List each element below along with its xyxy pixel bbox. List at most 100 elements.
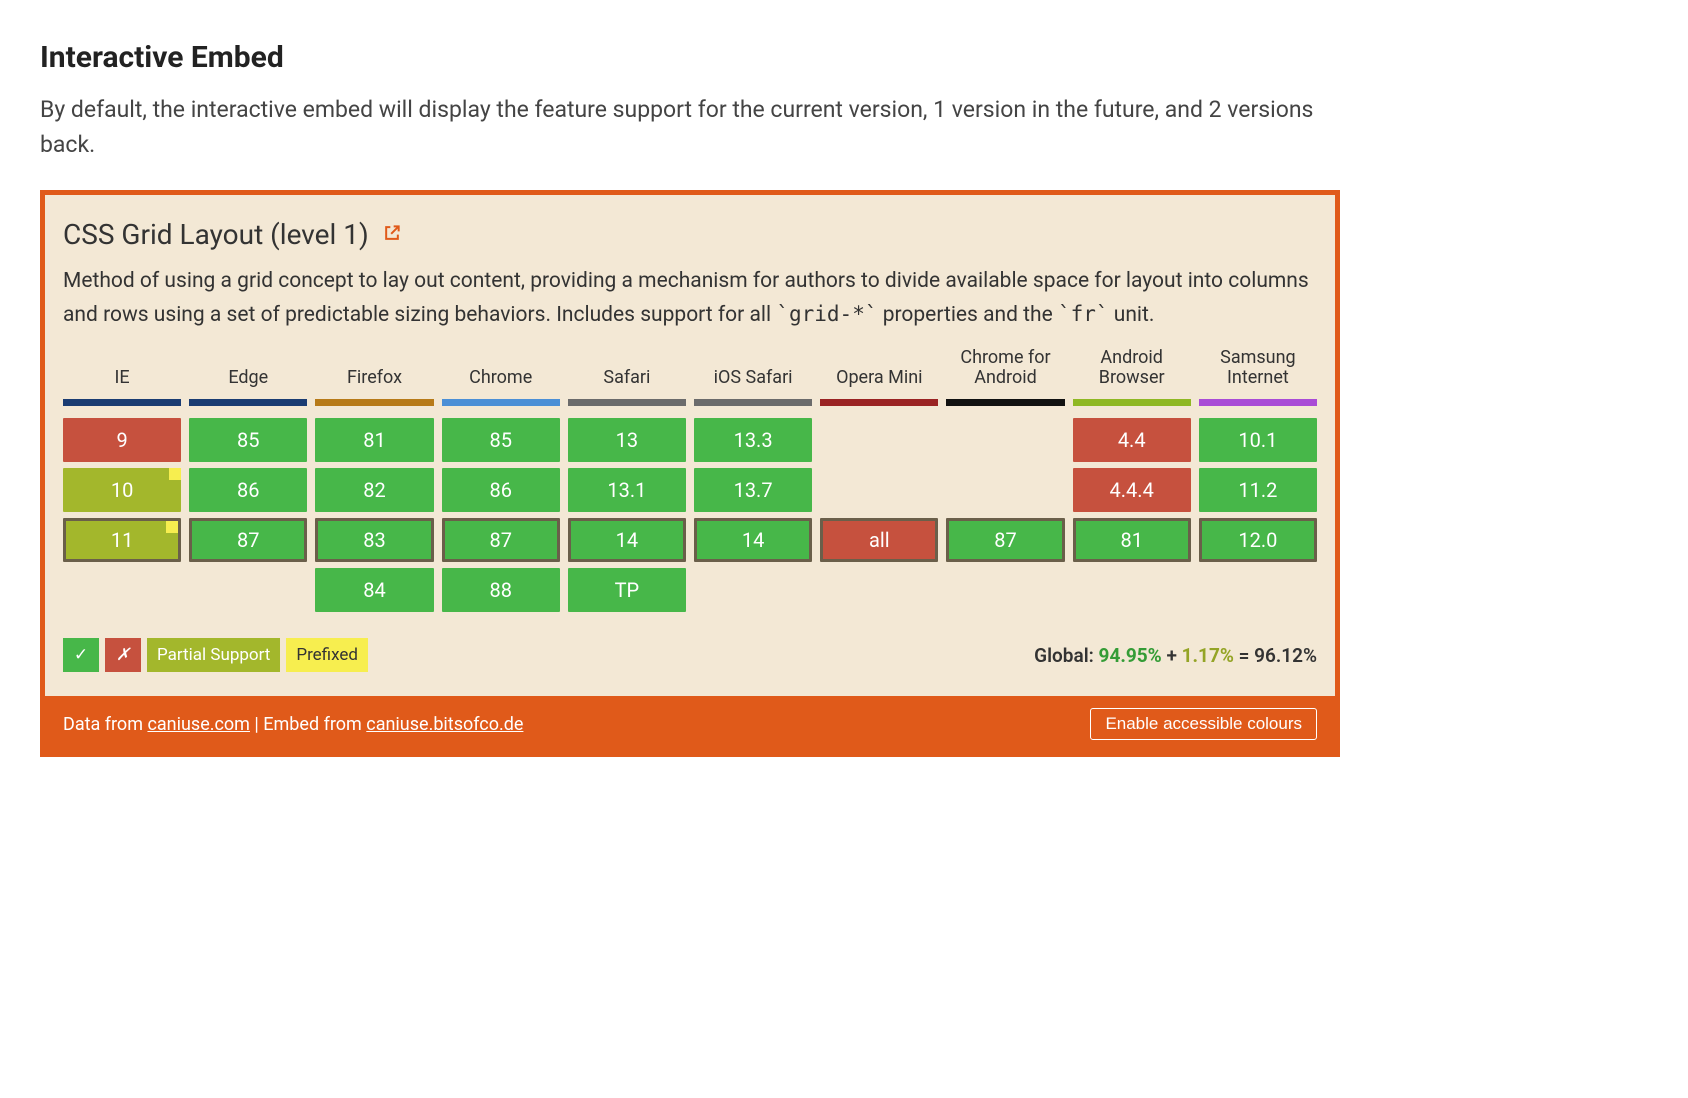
version-cell [1073, 568, 1191, 612]
browser-stripe [568, 399, 686, 406]
version-label: 85 [237, 428, 259, 452]
version-cell[interactable]: 4.4.4 [1073, 468, 1191, 512]
browser-column: Edge858687 [189, 347, 307, 612]
version-label: 13.7 [734, 478, 773, 502]
version-label: 86 [237, 478, 259, 502]
browser-column: Samsung Internet 10.1 11.2 12.0 [1199, 347, 1317, 612]
version-cell[interactable]: 11 [63, 518, 181, 562]
version-cell[interactable]: 9 [63, 418, 181, 462]
browser-stripe [189, 399, 307, 406]
version-cell[interactable]: 14 [694, 518, 812, 562]
browser-name: IE [63, 347, 181, 393]
browser-name: Firefox [315, 347, 433, 393]
legend-prefixed: Prefixed [286, 638, 368, 672]
support-table: IE91011Edge858687Firefox81828384Chrome85… [63, 347, 1317, 612]
browser-name: Samsung Internet [1199, 347, 1317, 393]
version-cell [1199, 568, 1317, 612]
version-label: 4.4 [1118, 428, 1146, 452]
feature-description: Method of using a grid concept to lay ou… [63, 265, 1317, 331]
version-cell[interactable]: 10.1 [1199, 418, 1317, 462]
external-link-icon [382, 217, 402, 250]
section-description: By default, the interactive embed will d… [40, 93, 1320, 162]
browser-name: Safari [568, 347, 686, 393]
version-label: 84 [363, 578, 385, 602]
version-label: 13.3 [734, 428, 773, 452]
section-heading: Interactive Embed [40, 40, 1648, 75]
version-label: 12.0 [1238, 528, 1277, 552]
embed-source-link[interactable]: caniuse.bitsofco.de [366, 714, 523, 735]
version-cell[interactable]: 13.1 [568, 468, 686, 512]
prefixed-indicator [169, 468, 181, 480]
version-cell [946, 418, 1064, 462]
version-cell [820, 568, 938, 612]
version-cell [820, 418, 938, 462]
version-label: 4.4.4 [1110, 478, 1154, 502]
version-label: 85 [489, 428, 511, 452]
browser-column: Opera Mini all [820, 347, 938, 612]
version-cell [820, 468, 938, 512]
embed-footer: Data from caniuse.com | Embed from caniu… [45, 696, 1335, 752]
version-cell[interactable]: 4.4 [1073, 418, 1191, 462]
version-cell[interactable]: 13.3 [694, 418, 812, 462]
feature-title-link[interactable]: CSS Grid Layout (level 1) [63, 217, 1317, 251]
version-cell[interactable]: 86 [189, 468, 307, 512]
version-cell[interactable]: 87 [442, 518, 560, 562]
version-cell[interactable]: 87 [189, 518, 307, 562]
browser-column: Firefox 81 82 83 84 [315, 347, 433, 612]
version-cell[interactable]: 14 [568, 518, 686, 562]
browser-column: Chrome 85 86 87 88 [442, 347, 560, 612]
version-cell[interactable]: 88 [442, 568, 560, 612]
browser-name: Opera Mini [820, 347, 938, 393]
browser-name: Chrome [442, 347, 560, 393]
caniuse-embed: CSS Grid Layout (level 1) Method of usin… [40, 190, 1340, 757]
version-cell[interactable]: 84 [315, 568, 433, 612]
browser-name: Chrome for Android [946, 347, 1064, 393]
version-cell[interactable]: 82 [315, 468, 433, 512]
browser-name: Android Browser [1073, 347, 1191, 393]
caniuse-link[interactable]: caniuse.com [147, 714, 250, 735]
prefixed-indicator [166, 521, 178, 533]
legend-unsupported: ✗ [105, 638, 141, 672]
version-cell[interactable]: 81 [1073, 518, 1191, 562]
version-label: 14 [742, 528, 764, 552]
version-label: TP [615, 578, 640, 602]
version-cell[interactable]: 13.7 [694, 468, 812, 512]
feature-title-text: CSS Grid Layout (level 1) [63, 218, 369, 251]
version-cell[interactable]: 83 [315, 518, 433, 562]
browser-stripe [694, 399, 812, 406]
version-label: 9 [116, 428, 127, 452]
version-label: 81 [363, 428, 385, 452]
browser-stripe [315, 399, 433, 406]
browser-stripe [63, 399, 181, 406]
version-cell[interactable]: 12.0 [1199, 518, 1317, 562]
version-label: 11 [111, 528, 133, 552]
version-cell[interactable]: 13 [568, 418, 686, 462]
version-cell[interactable]: 11.2 [1199, 468, 1317, 512]
version-label: 88 [489, 578, 511, 602]
accessible-colours-button[interactable]: Enable accessible colours [1090, 708, 1317, 740]
version-cell[interactable]: TP [568, 568, 686, 612]
version-label: 87 [237, 528, 259, 552]
version-cell [694, 568, 812, 612]
legend-partial: Partial Support [147, 638, 280, 672]
browser-column: Android Browser 4.4 4.4.4 81 [1073, 347, 1191, 612]
version-cell[interactable]: 85 [442, 418, 560, 462]
version-label: 13 [616, 428, 638, 452]
version-cell[interactable]: 81 [315, 418, 433, 462]
browser-stripe [820, 399, 938, 406]
legend: ✓ ✗ Partial Support Prefixed [63, 638, 368, 672]
footer-attribution: Data from caniuse.com | Embed from caniu… [63, 714, 523, 735]
version-cell[interactable]: 10 [63, 468, 181, 512]
version-cell[interactable]: 85 [189, 418, 307, 462]
browser-name: iOS Safari [694, 347, 812, 393]
version-label: 11.2 [1238, 478, 1277, 502]
version-label: all [869, 528, 890, 552]
version-cell[interactable]: all [820, 518, 938, 562]
version-cell[interactable]: 87 [946, 518, 1064, 562]
version-cell[interactable]: 86 [442, 468, 560, 512]
version-label: 82 [363, 478, 385, 502]
version-cell [946, 468, 1064, 512]
version-cell [189, 568, 307, 612]
version-label: 10 [111, 478, 133, 502]
browser-column: Chrome for Android 87 [946, 347, 1064, 612]
